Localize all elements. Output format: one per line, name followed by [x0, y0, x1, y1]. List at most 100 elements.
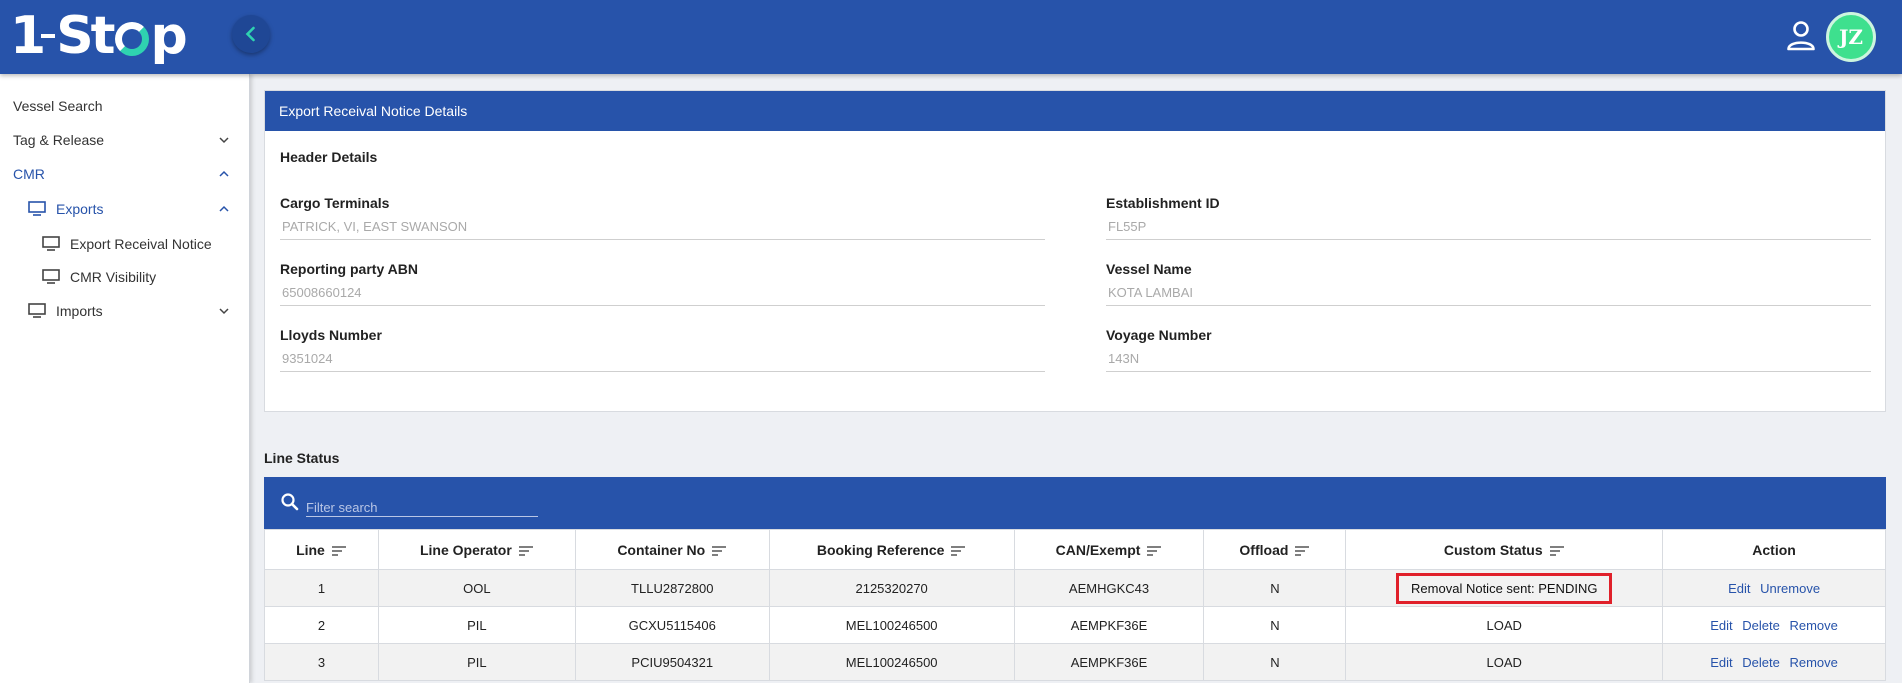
sort-icon	[1295, 545, 1310, 556]
cell-line: 1	[264, 569, 379, 607]
logo-text-part-1: 1	[10, 6, 46, 66]
sidebar-item-cmr[interactable]: CMR	[0, 158, 248, 190]
filter-bar	[264, 477, 1886, 529]
remove-link[interactable]: Remove	[1789, 655, 1837, 670]
sidebar-item-exports[interactable]: Exports	[0, 193, 248, 225]
cell-offload: N	[1203, 569, 1347, 607]
column-header-action: Action	[1662, 529, 1886, 570]
column-header-offload[interactable]: Offload	[1203, 529, 1347, 570]
chevron-up-icon	[219, 170, 229, 177]
field-label: Cargo Terminals	[280, 195, 390, 211]
chevron-down-icon	[219, 308, 229, 315]
section-title: Header Details	[280, 149, 378, 165]
chevron-down-icon	[219, 137, 229, 144]
sidebar-item-label: Imports	[56, 303, 103, 319]
cell-line: 3	[264, 643, 379, 681]
sidebar-item-vessel-search[interactable]: Vessel Search	[0, 90, 248, 122]
reporting-party-abn-field: Reporting party ABN 65008660124	[280, 261, 1045, 306]
field-value: 9351024	[280, 351, 1045, 372]
column-label: Offload	[1239, 541, 1289, 558]
cell-offload: N	[1203, 606, 1347, 644]
cell-line: 2	[264, 606, 379, 644]
sort-icon	[951, 545, 966, 556]
monitor-icon	[42, 269, 60, 284]
unremove-link[interactable]: Unremove	[1760, 581, 1820, 596]
cell-custom-status: LOAD	[1345, 643, 1664, 681]
field-value: KOTA LAMBAI	[1106, 285, 1871, 306]
field-value: 65008660124	[280, 285, 1045, 306]
column-header-custom-status[interactable]: Custom Status	[1345, 529, 1664, 570]
delete-link[interactable]: Delete	[1742, 655, 1780, 670]
sidebar-item-imports[interactable]: Imports	[0, 295, 248, 327]
details-card: Export Receival Notice Details Header De…	[264, 90, 1886, 412]
sidebar-item-label: CMR Visibility	[70, 269, 157, 285]
sort-icon	[712, 545, 727, 556]
sidebar-item-label: Vessel Search	[13, 98, 103, 114]
table-row: 1 OOL TLLU2872800 2125320270 AEMHGKC43 N…	[264, 569, 1886, 607]
table-header-row: Line Line Operator Container No Booking …	[264, 529, 1886, 570]
avatar[interactable]: JZ	[1826, 12, 1876, 62]
monitor-icon	[28, 201, 46, 216]
cell-container-no: TLLU2872800	[574, 569, 770, 607]
sidebar-item-label: Exports	[56, 201, 104, 217]
remove-link[interactable]: Remove	[1789, 618, 1837, 633]
cell-offload: N	[1203, 643, 1347, 681]
filter-search-input[interactable]	[306, 493, 538, 517]
voyage-number-field: Voyage Number 143N	[1106, 327, 1871, 372]
logo-text-part-3: p	[150, 6, 188, 66]
cell-line-operator: PIL	[377, 643, 576, 681]
cell-action: Edit Delete Remove	[1662, 606, 1886, 644]
cell-container-no: PCIU9504321	[574, 643, 770, 681]
sidebar-item-tag-release[interactable]: Tag & Release	[0, 124, 248, 156]
establishment-id-field: Establishment ID FL55P	[1106, 195, 1871, 240]
delete-link[interactable]: Delete	[1742, 618, 1780, 633]
cell-line-operator: PIL	[377, 606, 576, 644]
sort-icon	[518, 545, 533, 556]
edit-link[interactable]: Edit	[1710, 618, 1732, 633]
sidebar-item-export-receival-notice[interactable]: Export Receival Notice	[0, 228, 248, 260]
line-status-table: Line Line Operator Container No Booking …	[264, 529, 1886, 681]
sidebar: Vessel Search Tag & Release CMR Exports …	[0, 74, 250, 683]
column-header-line[interactable]: Line	[264, 529, 379, 570]
collapse-sidebar-button[interactable]	[232, 15, 270, 53]
field-label: Reporting party ABN	[280, 261, 418, 277]
edit-link[interactable]: Edit	[1710, 655, 1732, 670]
field-label: Establishment ID	[1106, 195, 1220, 211]
field-value: PATRICK, VI, EAST SWANSON	[280, 219, 1045, 240]
vessel-name-field: Vessel Name KOTA LAMBAI	[1106, 261, 1871, 306]
cell-can-exempt: AEMPKF36E	[1013, 643, 1205, 681]
column-label: Line	[296, 541, 325, 558]
column-header-line-operator[interactable]: Line Operator	[377, 529, 576, 570]
column-label: Action	[1752, 541, 1796, 558]
sort-icon	[331, 545, 346, 556]
column-header-can-exempt[interactable]: CAN/Exempt	[1013, 529, 1205, 570]
app-logo[interactable]: 1 St p	[10, 6, 188, 66]
sidebar-item-label: Tag & Release	[13, 132, 105, 148]
cell-action: Edit Unremove	[1662, 569, 1886, 607]
column-header-container-no[interactable]: Container No	[574, 529, 770, 570]
column-label: Line Operator	[419, 541, 512, 558]
card-title: Export Receival Notice Details	[265, 91, 1885, 131]
column-label: Custom Status	[1443, 541, 1543, 558]
cell-custom-status: LOAD	[1345, 606, 1664, 644]
sidebar-item-cmr-visibility[interactable]: CMR Visibility	[0, 261, 248, 293]
column-header-booking-reference[interactable]: Booking Reference	[768, 529, 1015, 570]
cargo-terminals-field: Cargo Terminals PATRICK, VI, EAST SWANSO…	[280, 195, 1045, 240]
line-status-title: Line Status	[264, 450, 340, 466]
cell-booking-reference: 2125320270	[768, 569, 1015, 607]
logo-ring-icon	[114, 22, 149, 56]
lloyds-number-field: Lloyds Number 9351024	[280, 327, 1045, 372]
column-label: Booking Reference	[816, 541, 945, 558]
table-row: 2 PIL GCXU5115406 MEL100246500 AEMPKF36E…	[264, 606, 1886, 644]
column-label: Container No	[617, 541, 706, 558]
cell-line-operator: OOL	[377, 569, 576, 607]
sidebar-item-label: Export Receival Notice	[70, 236, 212, 252]
column-label: CAN/Exempt	[1055, 541, 1141, 558]
field-label: Voyage Number	[1106, 327, 1212, 343]
monitor-icon	[42, 236, 60, 251]
edit-link[interactable]: Edit	[1728, 581, 1750, 596]
back-chevron-icon	[245, 26, 255, 42]
logo-dash	[41, 34, 56, 38]
user-icon[interactable]	[1786, 20, 1816, 52]
sort-icon	[1147, 545, 1162, 556]
